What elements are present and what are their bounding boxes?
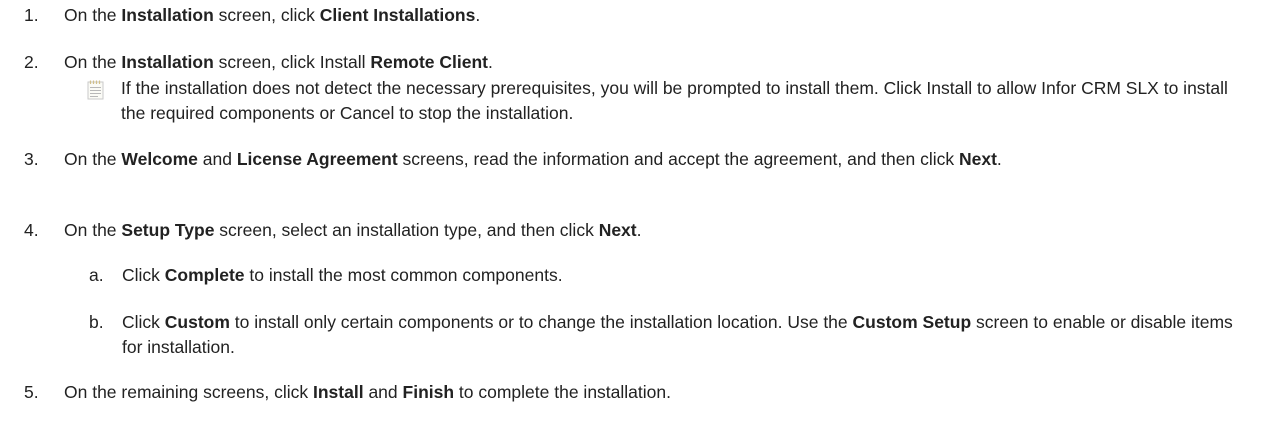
ui-term: Client Installations — [319, 5, 476, 25]
substep-letter: b. — [89, 312, 104, 332]
ui-term: Installation — [121, 5, 214, 25]
note-icon — [87, 80, 104, 100]
step-text: On the Installation screen, click Client… — [64, 5, 481, 25]
ui-term: Installation — [121, 52, 214, 72]
step-text: On the Installation screen, click Instal… — [64, 52, 493, 72]
ui-term: Complete — [164, 265, 245, 285]
step-number: 4. — [24, 220, 39, 240]
step-text: On the remaining screens, click Install … — [64, 382, 671, 402]
ui-term: Custom — [164, 312, 230, 332]
step-number: 3. — [24, 149, 39, 169]
ui-term: Finish — [402, 382, 455, 402]
ui-term: Welcome — [121, 149, 198, 169]
ui-term: Next — [598, 220, 637, 240]
installation-steps: 1. On the Installation screen, click Cli… — [0, 0, 1262, 426]
ui-term: Remote Client — [370, 52, 489, 72]
ui-term: Install — [313, 382, 364, 402]
note-text: If the installation does not detect the … — [121, 78, 1228, 123]
step-number: 1. — [24, 5, 39, 25]
step-text: On the Welcome and License Agreement scr… — [64, 149, 1002, 169]
step-text: On the Setup Type screen, select an inst… — [64, 220, 642, 240]
ui-term: Custom Setup — [852, 312, 972, 332]
substep-letter: a. — [89, 265, 104, 285]
step-number: 5. — [24, 382, 39, 402]
step-number: 2. — [24, 52, 39, 72]
substep-text: Click Custom to install only certain com… — [122, 312, 1233, 357]
ui-term: Next — [958, 149, 997, 169]
ui-term: License Agreement — [236, 149, 398, 169]
ui-term: Setup Type — [121, 220, 215, 240]
substep-text: Click Complete to install the most commo… — [122, 265, 563, 285]
